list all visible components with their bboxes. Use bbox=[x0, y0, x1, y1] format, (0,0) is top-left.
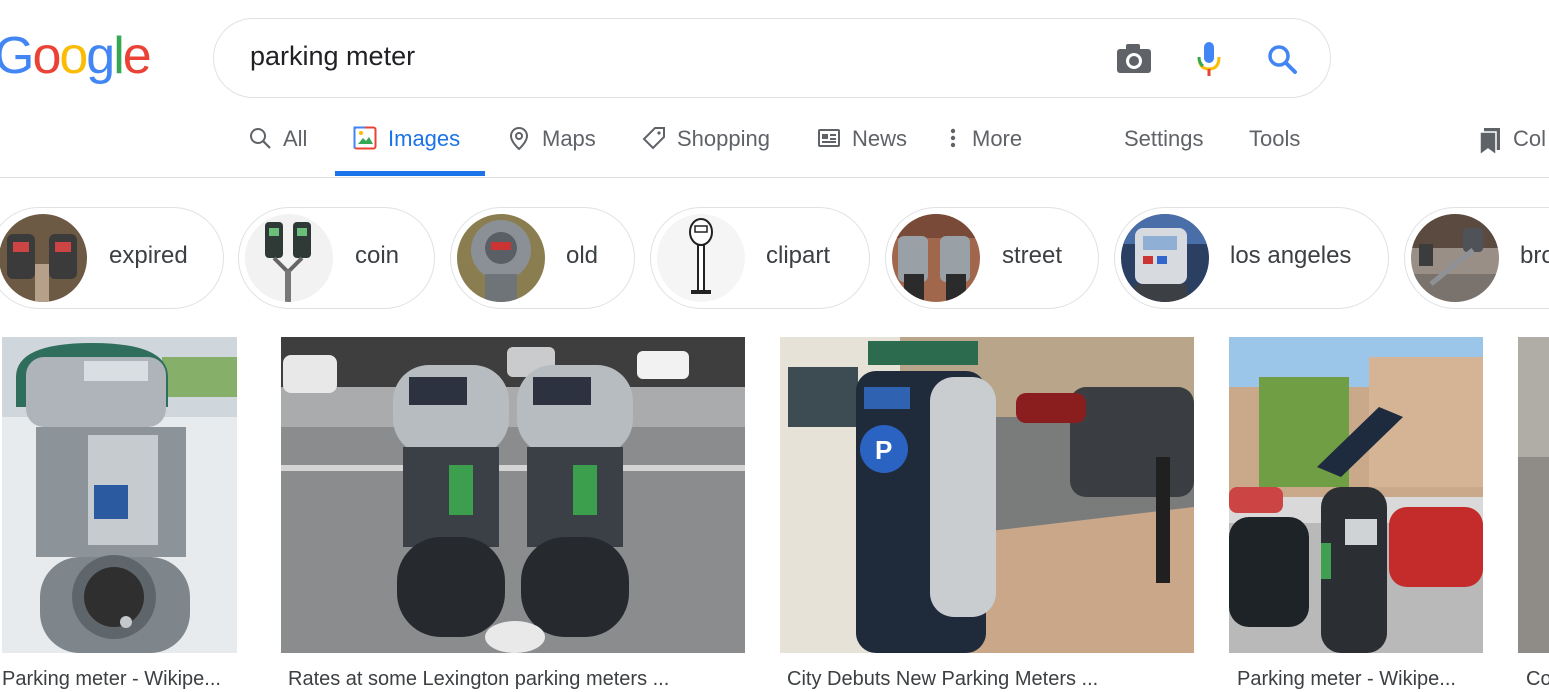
chip-thumbnail bbox=[892, 214, 980, 302]
microphone-icon[interactable] bbox=[1189, 39, 1229, 79]
tab-shopping[interactable]: Shopping bbox=[642, 112, 770, 178]
tab-images[interactable]: Images bbox=[353, 112, 460, 178]
tab-tools[interactable]: Tools bbox=[1249, 112, 1300, 178]
logo-letter: e bbox=[122, 27, 152, 85]
newspaper-icon bbox=[817, 126, 841, 150]
image-result[interactable] bbox=[1518, 337, 1549, 653]
tab-maps[interactable]: Maps bbox=[507, 112, 596, 178]
image-icon bbox=[353, 126, 377, 150]
chip-label: coin bbox=[355, 242, 400, 269]
chip-thumbnail bbox=[1121, 214, 1209, 302]
chip-label: old bbox=[566, 242, 599, 269]
chip-street[interactable]: street bbox=[885, 207, 1099, 309]
tab-label: All bbox=[283, 126, 308, 151]
chip-clipart[interactable]: clipart bbox=[650, 207, 870, 309]
collections-button[interactable]: Col bbox=[1478, 112, 1546, 178]
tab-label: More bbox=[972, 126, 1023, 151]
chip-label: street bbox=[1002, 242, 1063, 269]
result-caption[interactable]: City Debuts New Parking Meters ... bbox=[787, 668, 1098, 691]
chip-thumbnail bbox=[657, 214, 745, 302]
svg-text:P: P bbox=[875, 435, 892, 465]
chip-label: los angeles bbox=[1230, 242, 1352, 269]
logo-letter: o bbox=[59, 27, 88, 85]
search-icon[interactable] bbox=[1262, 39, 1302, 79]
chip-label: expired bbox=[109, 242, 188, 269]
camera-icon[interactable] bbox=[1114, 39, 1154, 79]
chip-expired[interactable]: expired bbox=[0, 207, 224, 309]
result-caption[interactable]: Parking meter - Wikipe... bbox=[1237, 668, 1456, 691]
logo-letter: o bbox=[32, 27, 61, 85]
chip-label: clipart bbox=[766, 242, 831, 269]
logo-letter: G bbox=[0, 27, 34, 85]
header-divider bbox=[0, 177, 1549, 178]
chip-thumbnail bbox=[1411, 214, 1499, 302]
bookmark-icon bbox=[1478, 126, 1502, 157]
chip-label: bro bbox=[1520, 242, 1549, 269]
search-tabs: All Images Maps Shopping News More Setti… bbox=[0, 112, 1549, 178]
tab-settings[interactable]: Settings bbox=[1124, 112, 1204, 178]
chip-old[interactable]: old bbox=[450, 207, 635, 309]
tab-label: Col bbox=[1513, 126, 1547, 151]
chip-los-angeles[interactable]: los angeles bbox=[1114, 207, 1389, 309]
image-result[interactable] bbox=[1229, 337, 1483, 653]
image-result[interactable] bbox=[281, 337, 745, 653]
active-tab-indicator bbox=[335, 171, 485, 176]
logo-letter: l bbox=[113, 27, 124, 85]
tab-label: Settings bbox=[1124, 126, 1204, 151]
map-pin-icon bbox=[507, 126, 531, 151]
result-caption[interactable]: Co bbox=[1526, 668, 1549, 691]
tab-news[interactable]: News bbox=[817, 112, 907, 178]
result-caption[interactable]: Rates at some Lexington parking meters .… bbox=[288, 668, 669, 691]
search-box[interactable]: parking meter bbox=[213, 18, 1331, 98]
tab-label: Shopping bbox=[677, 126, 770, 151]
tab-more[interactable]: More bbox=[946, 112, 1022, 178]
tab-label: Tools bbox=[1249, 126, 1301, 151]
logo-letter: g bbox=[86, 27, 115, 85]
more-vertical-icon bbox=[946, 126, 960, 150]
chip-bro[interactable]: bro bbox=[1404, 207, 1549, 309]
image-result[interactable] bbox=[2, 337, 237, 653]
search-icon bbox=[248, 126, 272, 150]
tab-label: Images bbox=[388, 126, 461, 151]
result-caption[interactable]: Parking meter - Wikipe... bbox=[2, 668, 221, 691]
tab-label: News bbox=[852, 126, 908, 151]
search-input[interactable]: parking meter bbox=[250, 41, 415, 72]
tab-label: Maps bbox=[542, 126, 596, 151]
chip-thumbnail bbox=[457, 214, 545, 302]
tab-all[interactable]: All bbox=[248, 112, 307, 178]
chip-coin[interactable]: coin bbox=[238, 207, 435, 309]
image-result[interactable]: P bbox=[780, 337, 1194, 653]
chip-thumbnail bbox=[0, 214, 87, 302]
tag-icon bbox=[642, 126, 666, 150]
chip-thumbnail bbox=[245, 214, 333, 302]
google-logo[interactable]: Google bbox=[0, 26, 152, 86]
